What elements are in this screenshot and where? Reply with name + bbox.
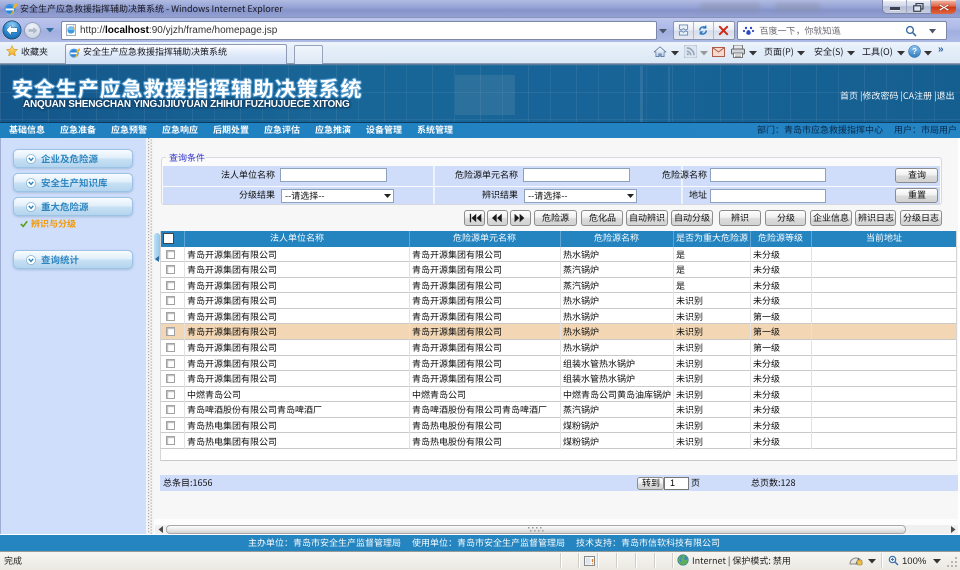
- svg-text:?: ?: [912, 47, 917, 56]
